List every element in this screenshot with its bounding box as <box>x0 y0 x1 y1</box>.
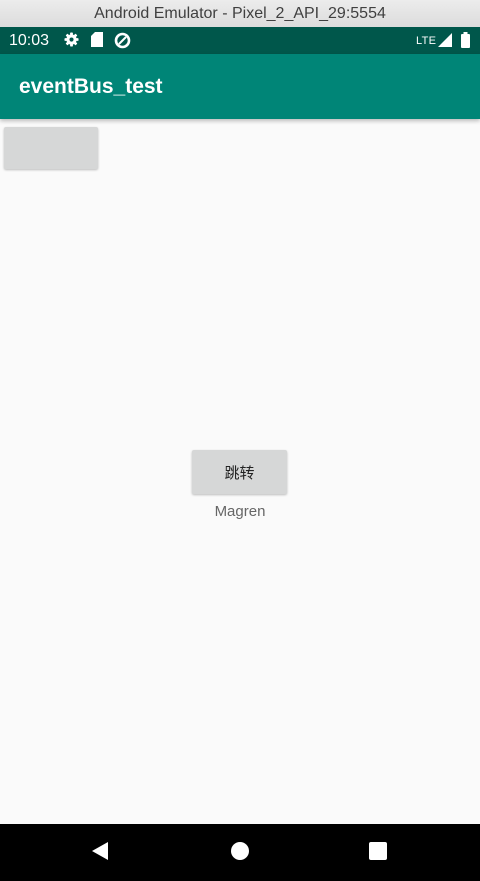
navigation-bar <box>0 824 480 881</box>
emulator-title-bar: Android Emulator - Pixel_2_API_29:5554 <box>0 0 480 28</box>
jump-button[interactable]: 跳转 <box>192 450 287 494</box>
back-icon[interactable] <box>90 840 110 867</box>
app-title: eventBus_test <box>19 75 163 98</box>
window-title: Android Emulator - Pixel_2_API_29:5554 <box>94 5 386 22</box>
app-bar: eventBus_test <box>0 54 480 119</box>
network-type: LTE <box>416 35 437 47</box>
home-icon[interactable] <box>229 840 251 867</box>
status-time: 10:03 <box>9 32 50 49</box>
data-saver-icon <box>114 32 131 54</box>
status-bar: 10:03 LTE <box>0 27 480 54</box>
top-button[interactable] <box>4 127 98 169</box>
battery-icon <box>461 32 470 53</box>
gear-icon <box>64 32 79 52</box>
sd-card-icon <box>91 32 103 52</box>
signal-icon <box>438 33 452 52</box>
name-text: Magren <box>214 503 266 520</box>
recents-icon[interactable] <box>367 840 389 867</box>
